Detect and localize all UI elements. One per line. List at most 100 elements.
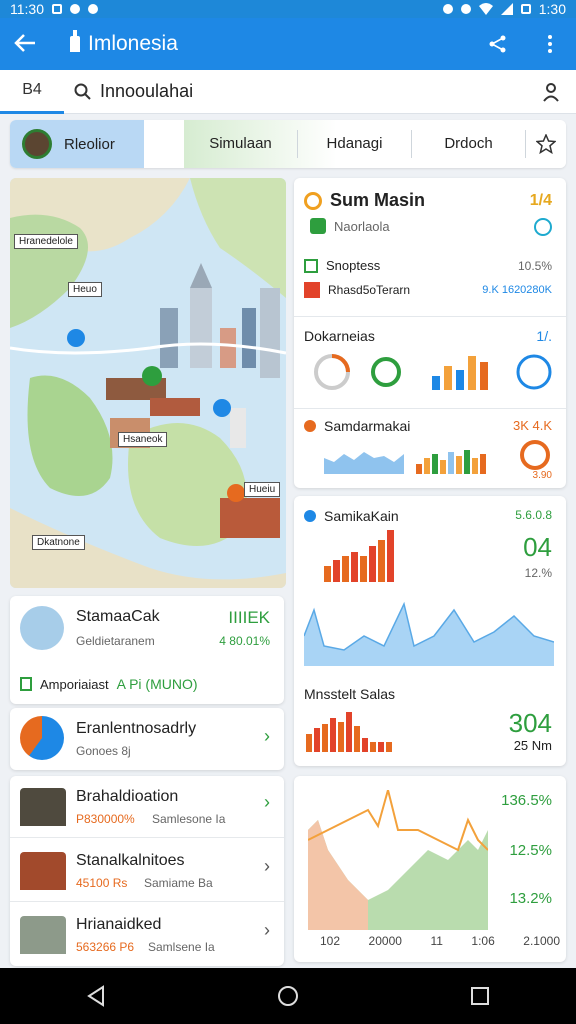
list1-tag-value: A Pi (MUNO) <box>116 676 198 692</box>
nav-recents-icon[interactable] <box>456 972 504 1020</box>
search-row: B4 Innooulahai <box>0 70 576 114</box>
coin-icon <box>304 191 322 210</box>
filter-chip-group: Simulaan Hdanagi Drdoch <box>184 120 566 168</box>
chevron-right-icon[interactable]: › <box>264 726 270 747</box>
chevron-right-icon[interactable]: › <box>264 792 270 813</box>
list-item[interactable]: Hrianaidked 563266 P6 Samlsene Ia › <box>10 904 284 966</box>
list1-item-title: StamaaCak <box>76 608 160 625</box>
list1-item-sub: Geldietaranem <box>76 634 155 648</box>
list3-item-title: Hrianaidked <box>76 916 162 933</box>
pie-icon <box>20 716 64 760</box>
samika-unit: 25 Nm <box>513 738 552 753</box>
map-label: Hsaneok <box>118 432 168 447</box>
samdarmakai-gauge <box>520 440 550 470</box>
samika-sub-chart <box>306 712 392 752</box>
summary-row2-label: Rhasd5oTerarn <box>328 283 411 297</box>
notification-dot-icon <box>70 4 80 14</box>
chart-dot-icon <box>304 420 316 432</box>
filter-chip-active[interactable]: Rleolior <box>10 120 144 168</box>
samika-card[interactable]: SamikaKain 5.6.0.8 04 12.% Mnsstelt Sala… <box>294 496 566 766</box>
summary-card[interactable]: Sum Masin 1/4 Naorlaola Snoptess 10.5% R… <box>294 178 566 488</box>
samdarmakai-chart <box>324 450 486 474</box>
search-input[interactable]: Innooulahai <box>64 73 526 111</box>
list3-item-price: 563266 P6 <box>76 940 135 954</box>
user-icon[interactable] <box>526 82 576 102</box>
summary-row1-value: 10.5% <box>517 259 552 273</box>
filter-chip[interactable]: Simulaan <box>184 130 298 158</box>
help-icon[interactable] <box>534 218 552 236</box>
nav-back-icon[interactable] <box>72 972 120 1020</box>
avatar <box>22 129 52 159</box>
summary-subtitle: Naorlaola <box>334 218 390 234</box>
nav-home-icon[interactable] <box>264 972 312 1020</box>
samdarmakai-title: Samdarmakai <box>324 418 411 434</box>
share-icon[interactable] <box>486 32 510 56</box>
notification-icon <box>52 4 62 14</box>
dokarneias-widgets <box>314 354 552 390</box>
list3-item-sub: Samlesone Ia <box>152 812 226 826</box>
bottom-label-right: 12.5% <box>509 842 552 859</box>
leaf-icon <box>310 218 326 234</box>
list1-item-value2: 4 80.01% <box>219 634 270 648</box>
bottom-label-right: 13.2% <box>509 890 552 907</box>
filter-bar: Rleolior Simulaan Hdanagi Drdoch <box>10 120 566 168</box>
checkbox-icon <box>304 258 318 273</box>
chevron-right-icon[interactable]: › <box>264 856 270 877</box>
samika-badge: 5.6.0.8 <box>515 508 552 522</box>
more-vertical-icon[interactable] <box>538 32 562 56</box>
bottom-x-axis: 102 20000 11 1:06 2.1000 <box>320 934 560 948</box>
filter-chip-active-label: Rleolior <box>64 135 115 153</box>
summary-title: Sum Masin <box>330 190 426 210</box>
app-bar: Imlonesia <box>0 18 576 70</box>
x-tick: 20000 <box>368 934 402 948</box>
list3-item-title: Stanalkalnitoes <box>76 852 185 869</box>
search-icon <box>74 83 91 100</box>
chart-dot-icon <box>304 510 316 522</box>
bottom-label-right: 136.5% <box>501 792 552 809</box>
bluetooth-icon <box>460 4 471 14</box>
samika-line-chart <box>304 601 554 666</box>
x-tick: 102 <box>320 934 341 948</box>
chevron-right-icon[interactable]: › <box>264 920 270 941</box>
system-nav-bar <box>0 968 576 1024</box>
tab-b4[interactable]: B4 <box>0 70 64 114</box>
bottom-area-chart <box>308 790 488 930</box>
house-icon <box>20 852 66 890</box>
map-view[interactable]: Hranedelole Heuo Hsaneok Hueiu Dkatnone <box>10 178 286 588</box>
list-item[interactable]: Stanalkalnitoes 45100 Rs Samiame Ba › <box>10 840 284 902</box>
search-query: Innooulahai <box>100 81 194 101</box>
map-label: Hranedelole <box>14 234 78 249</box>
star-icon[interactable] <box>526 134 566 154</box>
list2-title: Eranlentnosadrly <box>76 720 197 737</box>
list3-item-price: P830000% <box>76 812 135 826</box>
filter-chip[interactable]: Hdanagi <box>298 130 412 158</box>
x-tick: 2.1000 <box>523 934 560 948</box>
dokarneias-corner: 1/. <box>536 328 552 344</box>
summary-row2-value: 9.K 1620280K <box>482 284 552 296</box>
building-icon <box>20 916 66 954</box>
status-bar: 11:30 1:30 <box>0 0 576 18</box>
signal-icon <box>500 3 513 15</box>
filter-chip[interactable]: Drdoch <box>412 130 526 158</box>
list1-tag: Amporiaiast <box>40 676 109 692</box>
samdarmakai-value: 3K 4.K <box>512 418 552 433</box>
battery-icon <box>520 4 531 14</box>
dokarneias-title: Dokarneias <box>304 328 375 344</box>
list-card-2[interactable]: Eranlentnosadrly Gonoes 8j › <box>10 708 284 770</box>
flag-icon <box>304 282 320 298</box>
samika-sub-title: Mnsstelt Salas <box>304 686 396 702</box>
status-battery-text: 1:30 <box>538 1 566 17</box>
list-item[interactable]: Brahaldioation P830000% Samlesone Ia › <box>10 776 284 838</box>
map-label: Heuo <box>68 282 102 297</box>
samika-percent: 12.% <box>524 566 552 580</box>
samika-big-value2: 304 <box>508 708 552 738</box>
map-label: Hueiu <box>244 482 281 497</box>
list-card-1[interactable]: StamaaCak Geldietaranem IIIIEK 4 80.01% … <box>10 596 284 704</box>
samika-title: SamikaKain <box>324 508 399 524</box>
monument-icon <box>20 606 64 650</box>
list3-item-price: 45100 Rs <box>76 876 128 890</box>
back-arrow-icon[interactable] <box>14 29 48 60</box>
bottom-chart-card[interactable]: 136.5% 12.5% 13.2% 102 20000 11 1:06 2.1… <box>294 776 566 962</box>
notification-dot-icon <box>88 4 98 14</box>
tag-icon <box>20 677 32 691</box>
